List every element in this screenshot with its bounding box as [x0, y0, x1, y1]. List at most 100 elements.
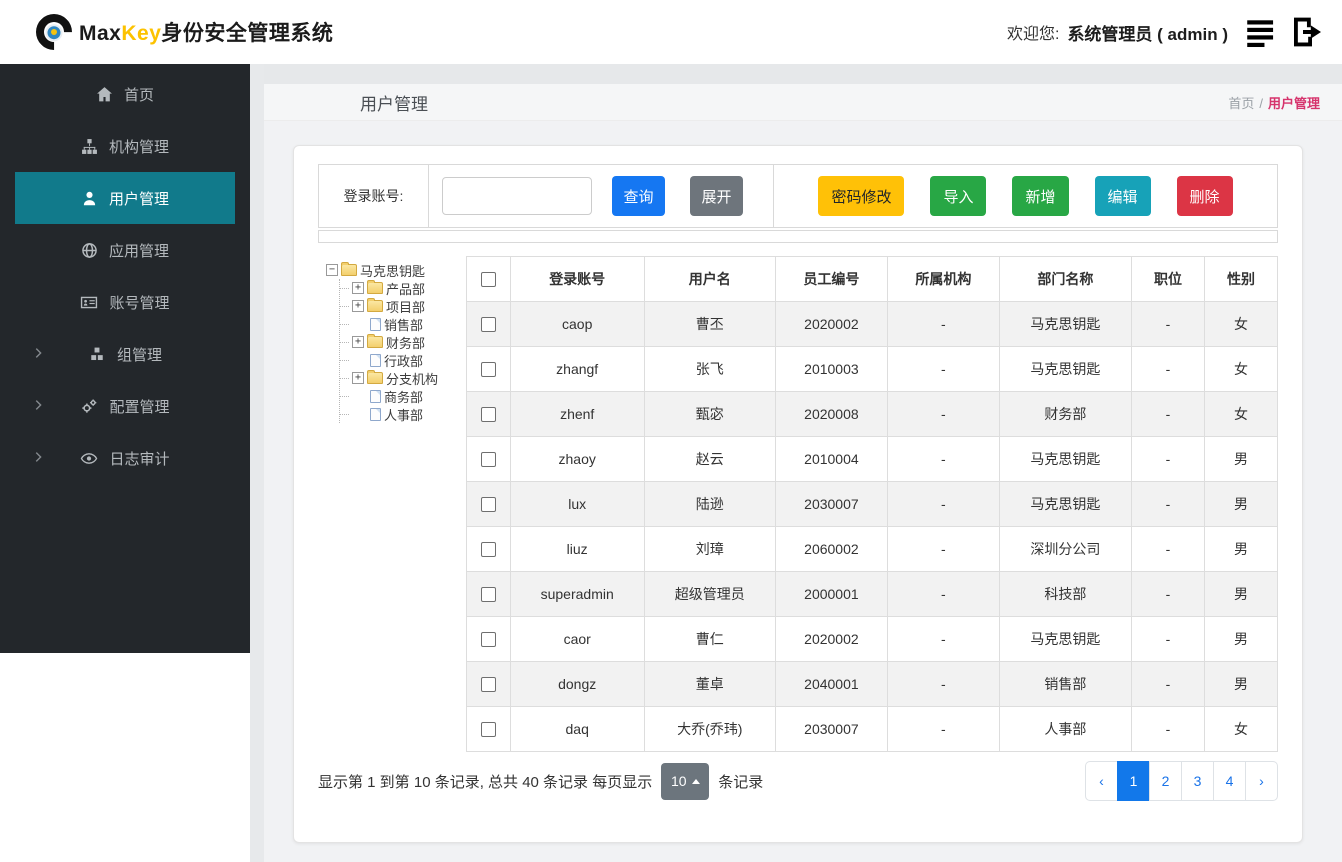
table-cell: 董卓	[643, 661, 776, 707]
main-content: 用户管理 首页 / 用户管理 登录账号: 查询 展开 密码修改 导入 新增 编辑 删除	[264, 64, 1342, 862]
delete-button[interactable]: 删除	[1176, 176, 1233, 216]
row-checkbox[interactable]	[480, 677, 496, 693]
row-select-cell	[466, 526, 511, 572]
table-cell: 马克思钥匙	[998, 481, 1132, 527]
collapse-minus-icon[interactable]: −	[326, 264, 338, 276]
column-header: 部门名称	[998, 256, 1132, 302]
tree-children: + 产品部 + 项目部 销售部 + 财务部 行政部 + 分支机构 商务部 人事部	[339, 279, 466, 423]
table-cell: 女	[1203, 391, 1279, 437]
sidebar-item-home[interactable]: 首页	[15, 68, 235, 120]
table-cell: 张飞	[643, 346, 776, 392]
table-row: dongz 董卓 2040001- 销售部 - 男	[466, 661, 1279, 707]
pager-page-3[interactable]: 3	[1181, 761, 1214, 801]
tree-root-node[interactable]: − 马克思钥匙	[326, 261, 466, 279]
table-cell: 女	[1203, 706, 1279, 752]
table-cell: liuz	[509, 526, 645, 572]
pager-page-1[interactable]: 1	[1117, 761, 1150, 801]
sidebar-item-group[interactable]: 组管理	[15, 328, 235, 380]
row-checkbox[interactable]	[480, 587, 496, 603]
expand-plus-icon[interactable]: +	[352, 372, 364, 384]
tree-node-row[interactable]: + 产品部	[340, 279, 466, 297]
expand-button[interactable]: 展开	[690, 176, 743, 216]
list-icon[interactable]	[1246, 16, 1278, 48]
pager: ‹ 1 2 3 4 ›	[1085, 761, 1278, 801]
cubes-icon	[88, 346, 106, 363]
table-cell: -	[886, 481, 1000, 527]
page-size-dropdown[interactable]: 10	[661, 762, 710, 800]
table-body: caop 曹丕 2020002- 马克思钥匙 - 女 zhangf 张飞 2010003- 马克思…	[466, 301, 1279, 752]
table-cell: 财务部	[998, 391, 1132, 437]
globe-icon	[81, 242, 98, 259]
tree-connector	[340, 395, 349, 397]
expand-plus-icon[interactable]: +	[352, 300, 364, 312]
table-cell: 女	[1203, 301, 1279, 347]
pager-next[interactable]: ›	[1245, 761, 1278, 801]
brand-max: Max	[79, 22, 122, 45]
table-header-row: 登录账号 用户名 员工编号 所属机构 部门名称 职位 性别	[466, 256, 1279, 302]
table-cell: 大乔(乔玮)	[643, 706, 776, 752]
row-select-cell	[466, 706, 511, 752]
top-band	[264, 64, 1342, 84]
tree-node-row[interactable]: + 财务部	[340, 333, 466, 351]
tree-node-row[interactable]: 人事部	[340, 405, 466, 423]
row-checkbox[interactable]	[480, 722, 496, 738]
tree-node-label: 项目部	[386, 299, 426, 315]
home-icon	[96, 86, 113, 103]
sidebar-item-account[interactable]: 账号管理	[15, 276, 235, 328]
table-cell: 2010004	[774, 436, 888, 482]
pagination-info-after: 条记录	[718, 773, 764, 791]
login-account-input[interactable]	[442, 177, 592, 215]
breadcrumb: 首页 / 用户管理	[1228, 93, 1320, 112]
table-cell: 男	[1203, 616, 1279, 662]
pager-page-2[interactable]: 2	[1149, 761, 1182, 801]
sidebar-item-app[interactable]: 应用管理	[15, 224, 235, 276]
add-button[interactable]: 新增	[1012, 176, 1069, 216]
pager-prev[interactable]: ‹	[1085, 761, 1118, 801]
file-icon	[370, 353, 381, 367]
query-button[interactable]: 查询	[612, 176, 665, 216]
table-cell: -	[1130, 706, 1205, 752]
row-checkbox[interactable]	[480, 362, 496, 378]
sidebar-item-config[interactable]: 配置管理	[15, 380, 235, 432]
table-cell: 2020002	[774, 301, 888, 347]
table-cell: 男	[1203, 661, 1279, 707]
edit-button[interactable]: 编辑	[1094, 176, 1151, 216]
sidebar-item-label: 配置管理	[109, 398, 170, 416]
row-checkbox[interactable]	[480, 497, 496, 513]
tree-node-label: 财务部	[386, 335, 426, 351]
table-row: zhangf 张飞 2010003- 马克思钥匙 - 女	[466, 346, 1279, 392]
tree-node-row[interactable]: + 分支机构	[340, 369, 466, 387]
pagination-row: 显示第 1 到第 10 条记录, 总共 40 条记录 每页显示 10 条记录 ‹…	[318, 761, 1278, 801]
row-checkbox[interactable]	[480, 542, 496, 558]
password-button[interactable]: 密码修改	[818, 176, 905, 216]
table-cell: -	[1130, 661, 1205, 707]
row-select-cell	[466, 436, 511, 482]
select-all-checkbox[interactable]	[480, 272, 496, 288]
logout-icon[interactable]	[1288, 14, 1324, 50]
tree-node-row[interactable]: 行政部	[340, 351, 466, 369]
table-cell: 男	[1203, 481, 1279, 527]
tree-node-row[interactable]: 商务部	[340, 387, 466, 405]
expand-plus-icon[interactable]: +	[352, 282, 364, 294]
sidebar-item-label: 用户管理	[108, 190, 169, 208]
sidebar-item-org[interactable]: 机构管理	[15, 120, 235, 172]
open-folder-icon	[341, 262, 357, 276]
welcome-label: 欢迎您:	[1006, 26, 1060, 43]
tree-node: 行政部	[340, 351, 466, 369]
tree-node-label: 销售部	[384, 317, 424, 333]
pager-page-4[interactable]: 4	[1213, 761, 1246, 801]
tree-node-row[interactable]: 销售部	[340, 315, 466, 333]
table-cell: 女	[1203, 346, 1279, 392]
table-cell: lux	[509, 481, 645, 527]
table-cell: superadmin	[509, 571, 645, 617]
row-checkbox[interactable]	[480, 317, 496, 333]
expand-plus-icon[interactable]: +	[352, 336, 364, 348]
row-checkbox[interactable]	[480, 407, 496, 423]
import-button[interactable]: 导入	[930, 176, 987, 216]
sidebar-item-audit[interactable]: 日志审计	[15, 432, 235, 484]
tree-node-row[interactable]: + 项目部	[340, 297, 466, 315]
breadcrumb-home[interactable]: 首页	[1228, 96, 1254, 111]
row-checkbox[interactable]	[480, 632, 496, 648]
row-checkbox[interactable]	[480, 452, 496, 468]
sidebar-item-user[interactable]: 用户管理	[15, 172, 235, 224]
